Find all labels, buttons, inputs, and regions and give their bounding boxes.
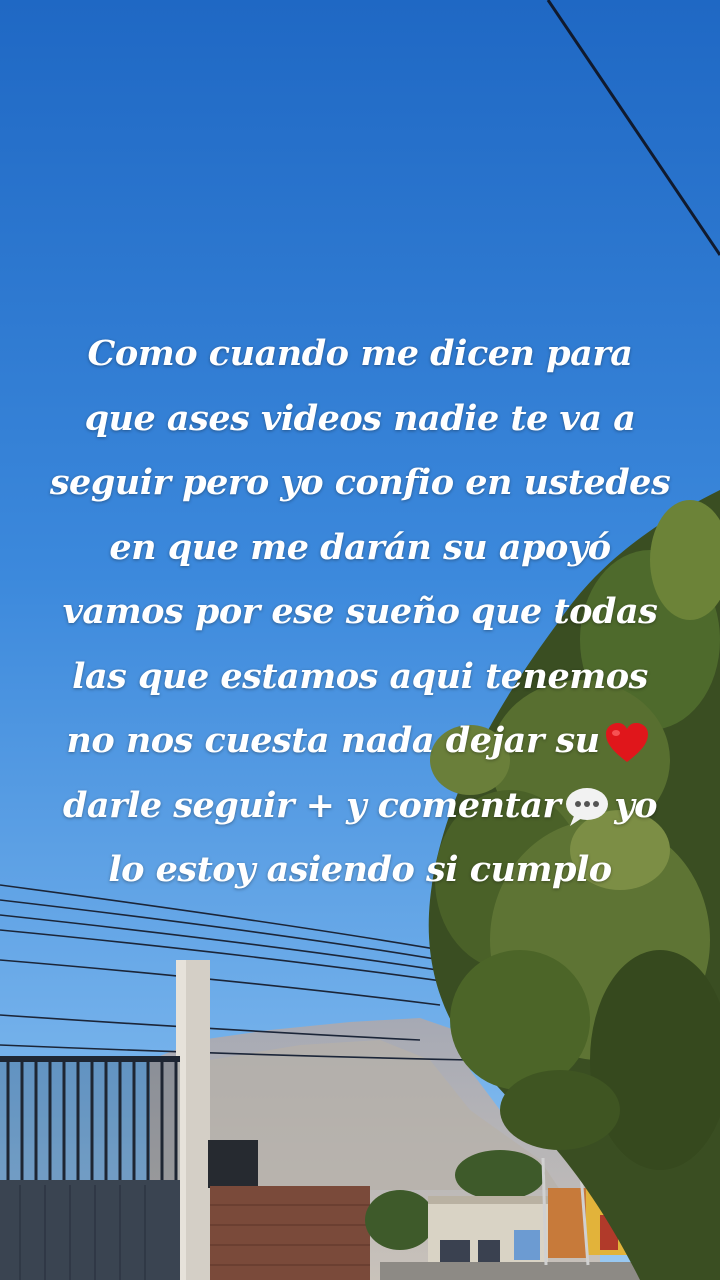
caption-line-8-end: yo [614,784,658,826]
brick-wall [210,1186,370,1280]
caption-line-3: seguir pero yo confio en ustedes [49,462,671,503]
caption-line-8-wrap: darle seguir + y comentar yo [20,774,700,839]
caption-line-7-wrap: no nos cuesta nada dejar su [20,709,700,774]
metal-gate [0,1056,180,1280]
caption-line-8: darle seguir + y comentar [62,784,561,826]
caption-line-7: no nos cuesta nada dejar su [66,720,600,761]
caption-line-9: lo estoy asiendo si cumplo [108,849,612,890]
video-caption: Como cuando me dicen para que ases video… [20,322,700,903]
caption-line-1: Como cuando me dicen para [87,333,633,374]
caption-line-6: las que estamos aqui tenemos [72,655,648,697]
water-tank [208,1140,258,1188]
caption-line-4: en que me darán su apoyó [109,526,611,568]
caption-line-2: que ases videos nadie te va a [84,397,636,439]
speech-bubble-icon [566,788,609,826]
red-heart-icon [605,722,648,762]
caption-line-5: vamos por ese sueño que todas [62,591,658,632]
